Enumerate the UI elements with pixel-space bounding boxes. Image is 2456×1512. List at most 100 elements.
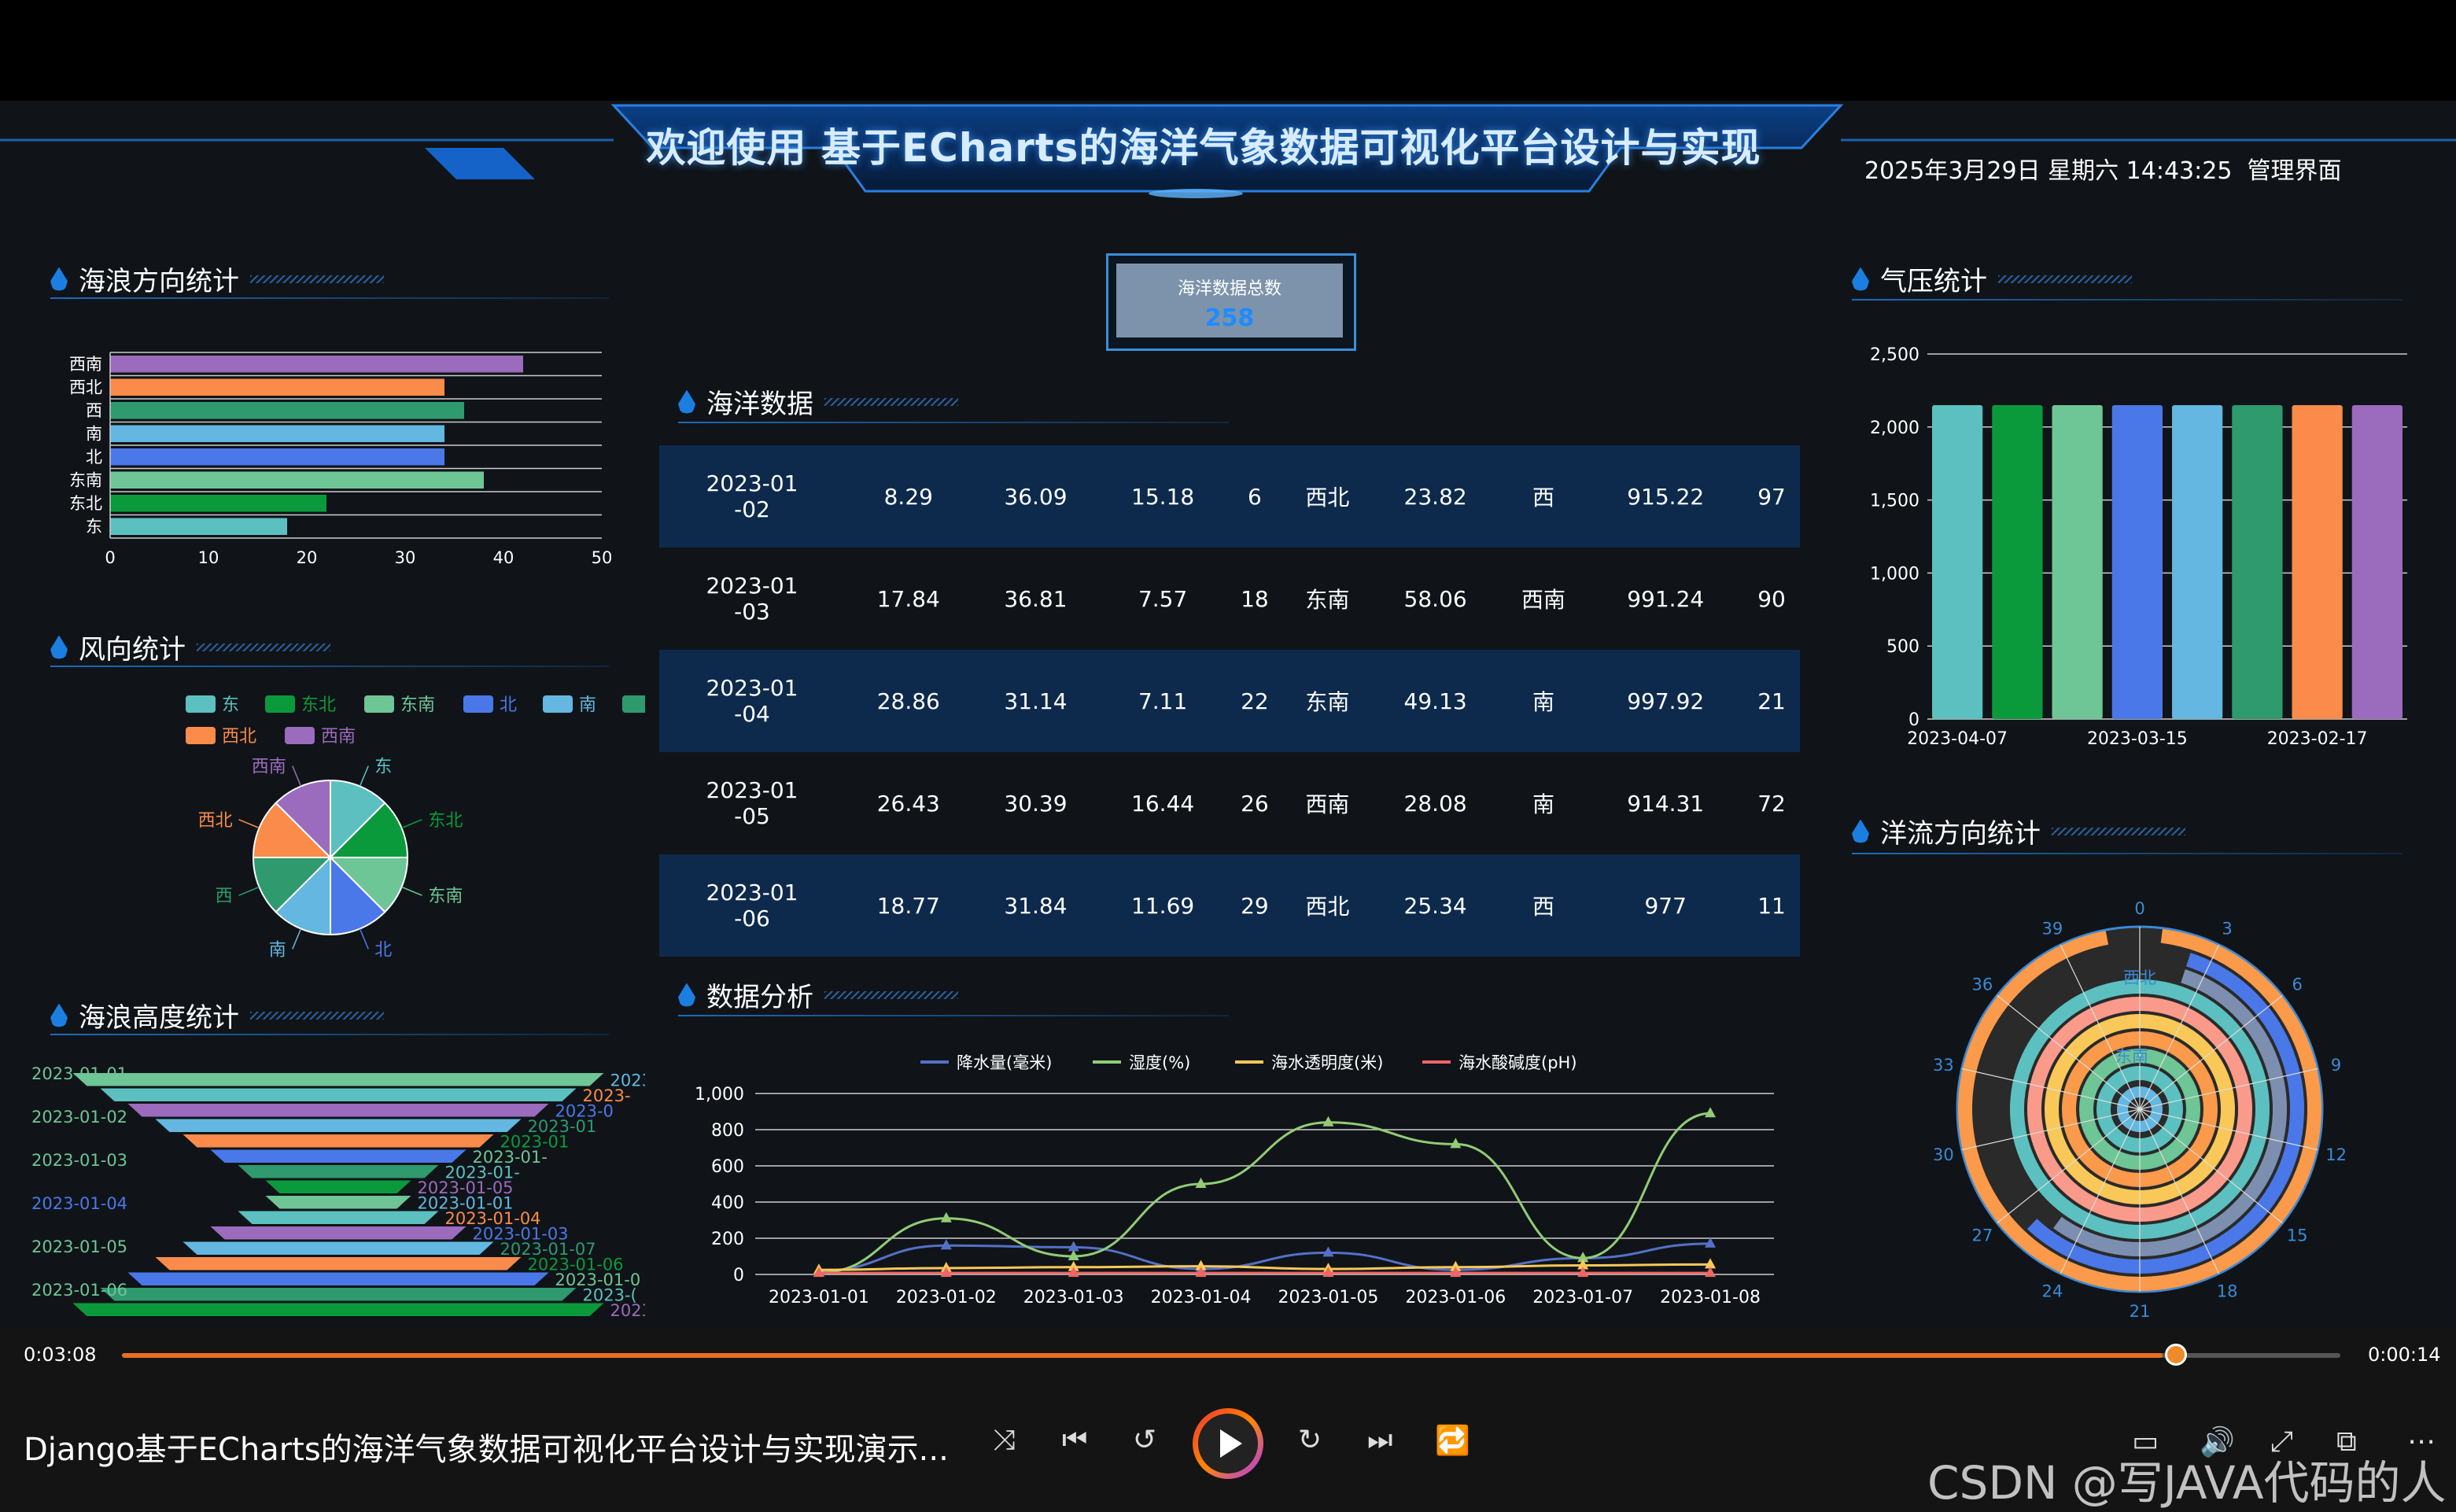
section-label: 海浪方向统计 bbox=[79, 266, 239, 297]
x-tick-label: 2023-02-17 bbox=[2267, 729, 2368, 749]
angle-tick-label: 15 bbox=[2287, 1226, 2308, 1245]
bar bbox=[1932, 404, 1983, 719]
previous-icon[interactable]: ⏮ bbox=[1062, 1424, 1087, 1457]
legend-label: 西南 bbox=[321, 727, 356, 747]
remaining-time: 0:00:14 bbox=[2368, 1344, 2441, 1366]
legend-swatch bbox=[186, 695, 216, 713]
angle-tick-label: 27 bbox=[1971, 1226, 1993, 1245]
y-tick-label: 2,500 bbox=[1870, 345, 1919, 365]
table-cell: 11.69 bbox=[1099, 854, 1226, 957]
bar bbox=[2292, 404, 2343, 719]
play-button[interactable] bbox=[1193, 1408, 1263, 1479]
pie-label: 东 bbox=[374, 758, 392, 777]
table-cell: 东南 bbox=[1282, 650, 1372, 752]
admin-link[interactable]: 管理界面 bbox=[2248, 157, 2342, 185]
repeat-icon[interactable]: 🔁 bbox=[1435, 1424, 1470, 1457]
next-icon[interactable]: ⏭ bbox=[1367, 1424, 1392, 1457]
table-cell: 977 bbox=[1588, 854, 1744, 957]
angle-tick-label: 18 bbox=[2217, 1282, 2238, 1301]
progress-track[interactable] bbox=[122, 1353, 2340, 1358]
section-label: 海洋数据 bbox=[706, 389, 813, 420]
watermark: CSDN @写JAVA代码的人 bbox=[1927, 1456, 2447, 1510]
x-tick-label: 2023-03-15 bbox=[2087, 729, 2188, 749]
table-cell: 7.11 bbox=[1099, 650, 1226, 752]
funnel-segment bbox=[100, 1288, 577, 1301]
table-cell: 2023-01 -05 bbox=[659, 752, 845, 854]
funnel-right-label: 2023 bbox=[610, 1301, 646, 1320]
section-label: 气压统计 bbox=[1880, 266, 1987, 297]
black-top-bar bbox=[0, 0, 2456, 101]
section-label: 数据分析 bbox=[706, 982, 813, 1013]
water-drop-icon bbox=[1852, 267, 1869, 291]
rewind-10-icon[interactable]: ↺ bbox=[1133, 1424, 1156, 1456]
angle-tick-label: 21 bbox=[2130, 1302, 2151, 1321]
table-cell: 997.92 bbox=[1588, 650, 1744, 752]
funnel-segment bbox=[265, 1196, 411, 1209]
table-cell: 29 bbox=[1226, 854, 1283, 957]
pie-leader bbox=[401, 819, 422, 829]
table-cell: 西北 bbox=[1282, 854, 1372, 957]
wave-direction-chart: 西南西北西南北东南东北东0 10 20 30 40 50 bbox=[69, 352, 612, 567]
forward-30-icon[interactable]: ↻ bbox=[1298, 1424, 1322, 1456]
water-drop-icon bbox=[678, 389, 695, 414]
legend-swatch bbox=[463, 695, 493, 713]
table-cell: 31.14 bbox=[972, 650, 1100, 752]
angle-tick-label: 6 bbox=[2292, 975, 2302, 994]
pie-label: 西南 bbox=[252, 758, 286, 777]
pie-leader bbox=[292, 765, 302, 787]
table-cell: 49.13 bbox=[1371, 650, 1499, 752]
hatch-decoration bbox=[250, 1011, 384, 1020]
category-label: 西南 bbox=[69, 355, 102, 374]
pie-leader bbox=[359, 765, 369, 787]
category-label: 西北 bbox=[69, 378, 102, 396]
legend-swatch bbox=[543, 695, 573, 713]
y-tick-label: 600 bbox=[711, 1157, 744, 1177]
angle-tick-label: 12 bbox=[2325, 1145, 2347, 1164]
datetime-text: 2025年3月29日 星期六 14:43:25 bbox=[1864, 157, 2233, 185]
y-tick-label: 0 bbox=[1908, 710, 1919, 730]
y-tick-label: 800 bbox=[711, 1121, 744, 1141]
bar bbox=[2172, 404, 2223, 719]
series-line-海水透明度(米) bbox=[818, 1263, 1711, 1271]
table-cell: 26.43 bbox=[844, 752, 972, 854]
shuffle-icon[interactable]: ⤨ bbox=[993, 1424, 1016, 1457]
category-label: 东南 bbox=[69, 470, 102, 489]
funnel-segment bbox=[238, 1165, 439, 1178]
pie-label: 南 bbox=[269, 940, 286, 960]
table-cell: 11 bbox=[1743, 854, 1800, 957]
angle-tick-label: 39 bbox=[2042, 919, 2063, 938]
legend-label: 降水量(毫米) bbox=[957, 1053, 1052, 1072]
table-row: 2023-01 -05 26.43 30.39 16.44 26 西南 28.08 南 914.… bbox=[659, 752, 1800, 854]
funnel-segment bbox=[127, 1104, 549, 1117]
table-cell: 18.77 bbox=[844, 854, 972, 957]
table-cell: 36.09 bbox=[972, 445, 1100, 548]
table-row: 2023-01 -06 18.77 31.84 11.69 29 西北 25.34 西 977 1… bbox=[659, 854, 1800, 957]
angle-tick-label: 0 bbox=[2134, 899, 2144, 918]
bar-北 bbox=[110, 448, 444, 466]
funnel-left-label: 2023-01-02 bbox=[31, 1108, 127, 1127]
table-cell: 西南 bbox=[1282, 752, 1372, 854]
funnel-segment bbox=[210, 1226, 466, 1240]
funnel-segment bbox=[72, 1073, 604, 1086]
legend-label: 西北 bbox=[222, 727, 256, 747]
x-tick-label: 2023-01-01 bbox=[769, 1288, 869, 1307]
x-tick-label: 2023-01-05 bbox=[1278, 1288, 1379, 1307]
legend-label: 海水透明度(米) bbox=[1271, 1053, 1383, 1072]
section-title-wave-height: 海浪高度统计 bbox=[50, 996, 384, 1034]
pie-label: 西 bbox=[216, 887, 233, 906]
progress-knob[interactable] bbox=[2165, 1344, 2187, 1366]
wind-direction-chart: 东东北东南北南西西北西南东东北东南北南西西北西南 bbox=[186, 695, 645, 960]
table-cell: 西南 bbox=[1499, 548, 1588, 650]
divider bbox=[50, 297, 609, 299]
legend-swatch bbox=[186, 727, 216, 744]
y-tick-label: 500 bbox=[1886, 637, 1919, 657]
pie-label: 北 bbox=[374, 940, 392, 960]
funnel-left-label: 2023-01-05 bbox=[31, 1237, 127, 1256]
hatch-decoration bbox=[2052, 827, 2185, 835]
bar-东北 bbox=[110, 495, 326, 512]
y-tick-label: 1,000 bbox=[1870, 564, 1919, 584]
funnel-segment bbox=[100, 1088, 577, 1101]
category-label: 东 bbox=[86, 517, 102, 536]
water-drop-icon bbox=[1852, 819, 1869, 843]
series-point bbox=[940, 1211, 952, 1223]
